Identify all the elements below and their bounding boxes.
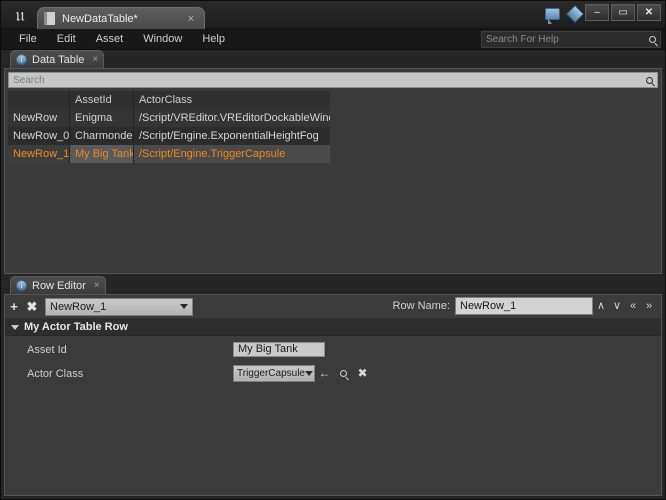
data-table-panel: i Data Table × Search AssetId ActorClass… — [4, 50, 662, 274]
row-editor-tabstrip: i Row Editor × — [4, 276, 662, 294]
browse-icon[interactable] — [334, 365, 353, 382]
remove-row-button[interactable]: ✖ — [23, 296, 41, 318]
info-icon: i — [16, 280, 27, 291]
data-table-editor-window: 𝔲 NewDataTable* × – ▭ ✕ File Edit Asset … — [0, 0, 666, 500]
feedback-icon[interactable] — [545, 8, 560, 24]
chevron-down-icon — [180, 304, 188, 309]
table-header-row: AssetId ActorClass — [8, 91, 330, 109]
row-editor-body: + ✖ NewRow_1 Row Name: NewRow_1 ∧ ∨ « » … — [4, 294, 662, 496]
move-bottom-icon[interactable]: » — [641, 296, 657, 316]
document-tab-close-icon[interactable]: × — [184, 13, 198, 25]
data-table-body: Search AssetId ActorClass NewRow Enigma … — [4, 68, 662, 274]
menu-item-file[interactable]: File — [9, 29, 47, 50]
row-select-value: NewRow_1 — [50, 300, 107, 313]
minimize-button[interactable]: – — [585, 4, 609, 21]
cell-actor-class: /Script/Engine.TriggerCapsule — [139, 148, 286, 160]
tab-data-table[interactable]: i Data Table × — [10, 50, 105, 68]
titlebar-icon-group — [545, 5, 584, 24]
column-header-assetid[interactable]: AssetId — [70, 91, 134, 109]
row-select-dropdown[interactable]: NewRow_1 — [45, 297, 193, 316]
data-table-search-input[interactable]: Search — [8, 72, 658, 88]
close-button[interactable]: ✕ — [637, 4, 661, 21]
property-label-asset-id: Asset Id — [27, 343, 67, 356]
table-row-selected[interactable]: NewRow_1 My Big Tank /Script/Engine.Trig… — [8, 145, 330, 163]
cell-row-name: NewRow — [8, 109, 70, 127]
row-name-input[interactable]: NewRow_1 — [455, 297, 593, 315]
column-header-rowname[interactable] — [8, 91, 70, 109]
property-label-actor-class: Actor Class — [27, 367, 84, 380]
data-table-search-placeholder: Search — [13, 74, 45, 86]
clear-icon[interactable]: ✖ — [353, 365, 372, 382]
menu-bar: File Edit Asset Window Help Search For H… — [1, 29, 665, 50]
row-name-group: Row Name: NewRow_1 ∧ ∨ « » — [393, 296, 657, 316]
move-top-icon[interactable]: « — [625, 296, 641, 316]
data-table-asset-icon — [44, 12, 55, 25]
row-editor-toolbar: + ✖ NewRow_1 Row Name: NewRow_1 ∧ ∨ « » — [5, 295, 661, 319]
source-control-icon[interactable] — [566, 5, 584, 23]
restore-button[interactable]: ▭ — [611, 4, 635, 21]
add-row-button[interactable]: + — [5, 296, 23, 318]
chevron-down-icon — [305, 371, 313, 376]
info-icon: i — [16, 54, 27, 65]
actor-class-value: TriggerCapsule — [237, 368, 305, 379]
actor-class-dropdown[interactable]: TriggerCapsule — [233, 365, 315, 382]
category-label: My Actor Table Row — [24, 321, 128, 333]
data-table-grid: AssetId ActorClass NewRow Enigma /Script… — [8, 91, 330, 163]
chevron-down-icon — [11, 324, 19, 330]
use-selected-icon[interactable]: ← — [315, 365, 334, 382]
magnifier-glyph — [340, 370, 347, 377]
tab-row-editor-label: Row Editor — [32, 279, 86, 292]
table-row[interactable]: NewRow Enigma /Script/VREditor.VREditorD… — [8, 109, 330, 127]
cell-asset-id: My Big Tank — [70, 145, 134, 163]
move-up-icon[interactable]: ∧ — [593, 296, 609, 316]
cell-actor-class: /Script/Engine.ExponentialHeightFog — [139, 130, 319, 142]
help-search-placeholder: Search For Help — [486, 34, 559, 45]
tab-row-editor-close-icon[interactable]: × — [94, 280, 100, 291]
property-row-actor-class: Actor Class TriggerCapsule ← ✖ — [5, 363, 661, 384]
data-table-tabstrip: i Data Table × — [4, 50, 662, 68]
tab-data-table-close-icon[interactable]: × — [92, 54, 98, 65]
menu-item-edit[interactable]: Edit — [47, 29, 86, 50]
tab-data-table-label: Data Table — [32, 53, 85, 66]
table-row[interactable]: NewRow_0 Charmonder /Script/Engine.Expon… — [8, 127, 330, 145]
menu-item-window[interactable]: Window — [133, 29, 192, 50]
unreal-engine-logo-icon: 𝔲 — [15, 4, 25, 26]
title-bar: 𝔲 NewDataTable* × – ▭ ✕ — [1, 1, 665, 29]
cell-actor-class: /Script/VREditor.VREditorDockableWindow — [139, 112, 330, 124]
help-search-box[interactable]: Search For Help — [481, 31, 661, 48]
search-icon — [649, 36, 656, 43]
window-controls: – ▭ ✕ — [585, 4, 661, 21]
property-row-asset-id: Asset Id My Big Tank — [5, 339, 661, 360]
search-icon — [646, 76, 653, 84]
tab-row-editor[interactable]: i Row Editor × — [10, 276, 106, 294]
row-name-label: Row Name: — [392, 300, 450, 312]
document-tab-label: NewDataTable* — [62, 12, 138, 25]
category-header-my-actor-table-row[interactable]: My Actor Table Row — [5, 319, 661, 336]
cell-asset-id: Charmonder — [70, 127, 134, 145]
menu-item-asset[interactable]: Asset — [86, 29, 134, 50]
cell-row-name: NewRow_1 — [8, 145, 70, 163]
cell-row-name: NewRow_0 — [8, 127, 70, 145]
cell-asset-id: Enigma — [70, 109, 134, 127]
asset-id-input[interactable]: My Big Tank — [233, 342, 325, 357]
menu-item-help[interactable]: Help — [192, 29, 235, 50]
row-editor-panel: i Row Editor × + ✖ NewRow_1 Row Name: Ne… — [4, 276, 662, 496]
column-header-actorclass[interactable]: ActorClass — [134, 91, 330, 109]
move-down-icon[interactable]: ∨ — [609, 296, 625, 316]
document-tab-newdatatable[interactable]: NewDataTable* × — [37, 7, 205, 29]
